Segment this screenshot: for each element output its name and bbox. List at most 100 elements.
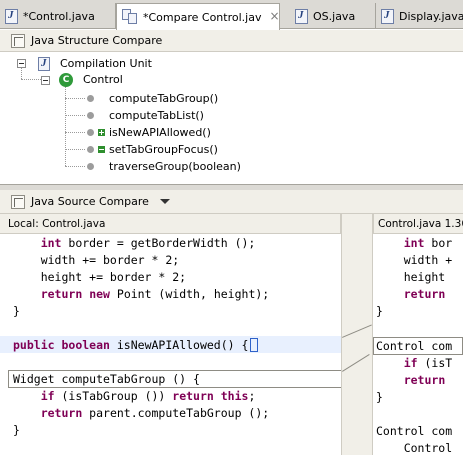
code-text: return new Point (width, height);	[40, 287, 270, 301]
tree-item-label: setTabGroupFocus()	[109, 143, 218, 156]
keyword: public	[13, 338, 55, 352]
code-text: height += border * 2;	[13, 270, 187, 284]
code-text: Control	[376, 441, 453, 455]
code-line: return	[376, 372, 446, 389]
code-text: int bor	[403, 236, 453, 250]
tree-connector	[65, 98, 85, 99]
tab-label: Display.java	[399, 9, 463, 23]
class-icon: C	[59, 72, 73, 87]
code-line: height += border * 2;	[13, 269, 186, 286]
tab-compare-control[interactable]: *Compare Control.jav ×	[116, 3, 280, 30]
tree-item-method[interactable]: computeTabGroup()	[87, 90, 218, 107]
code-line: width += border * 2;	[13, 252, 179, 269]
tab-label: *Compare Control.jav	[143, 10, 262, 24]
no-change-icon	[98, 163, 105, 170]
no-change-icon	[98, 112, 105, 119]
code-line: return parent.computeTabGroup ();	[13, 405, 269, 422]
code-line: Control com	[376, 338, 452, 355]
code-text: return parent.computeTabGroup ();	[40, 406, 270, 420]
tree-item-method[interactable]: traverseGroup(boolean)	[87, 158, 241, 175]
java-file-icon	[381, 8, 394, 24]
source-compare-header: Java Source Compare	[0, 190, 463, 214]
right-source-editor[interactable]: int bor width + height return } Control …	[373, 234, 463, 455]
tree-item-label: traverseGroup(boolean)	[109, 160, 241, 173]
tree-item-label: isNewAPIAllowed()	[109, 126, 211, 139]
diff-connector-line	[342, 324, 372, 338]
tree-connector	[21, 79, 41, 80]
tree-connector	[65, 149, 85, 150]
code-text: int border = getBorderWidth ();	[40, 236, 256, 250]
close-icon[interactable]: ×	[269, 10, 279, 23]
code-text: Widget computeTabGroup () {	[13, 372, 200, 386]
code-line: int bor	[376, 235, 452, 252]
tree-connector	[65, 132, 85, 133]
method-icon	[87, 112, 94, 119]
keyword: new	[89, 287, 110, 301]
tree-item-method[interactable]: computeTabList()	[87, 107, 204, 124]
tree-connector	[65, 166, 85, 167]
code-text: if (isTabGroup ()) return this;	[40, 389, 256, 403]
code-line: Control	[376, 440, 452, 455]
code-line: }	[13, 422, 20, 439]
method-icon	[87, 163, 94, 170]
keyword: if	[403, 356, 418, 370]
code-line: }	[376, 389, 383, 406]
code-line: int border = getBorderWidth ();	[13, 235, 256, 252]
removal-icon	[98, 146, 105, 153]
structure-tree: Compilation Unit C Control computeTabGro…	[0, 52, 463, 185]
structure-compare-header: Java Structure Compare	[0, 30, 463, 52]
keyword: return	[403, 373, 446, 387]
tree-item-class-control[interactable]: C Control	[59, 71, 123, 88]
left-source-editor[interactable]: int border = getBorderWidth (); width +=…	[0, 234, 341, 455]
tree-item-compilation-unit[interactable]: Compilation Unit	[38, 55, 152, 72]
code-line: return	[376, 286, 446, 303]
source-compare-icon	[11, 194, 25, 209]
tree-connector	[65, 115, 85, 116]
tree-item-label: Control	[83, 73, 123, 86]
code-text: width +	[376, 253, 453, 267]
tab-control-java[interactable]: *Control.java	[0, 3, 116, 29]
no-change-icon	[98, 95, 105, 102]
code-line: width +	[376, 252, 452, 269]
tab-label: OS.java	[313, 9, 356, 23]
keyword: int	[403, 236, 425, 250]
code-text: return	[376, 373, 446, 387]
code-text: height	[376, 270, 446, 284]
tree-item-method[interactable]: isNewAPIAllowed()	[87, 124, 211, 141]
tree-item-method[interactable]: setTabGroupFocus()	[87, 141, 218, 158]
collapse-icon[interactable]	[17, 59, 26, 68]
tree-item-label: computeTabGroup()	[109, 92, 219, 105]
addition-icon	[98, 129, 105, 136]
code-text: }	[376, 304, 383, 318]
method-icon	[87, 129, 94, 136]
code-line: }	[376, 303, 383, 320]
keyword: if	[40, 389, 55, 403]
compare-icon	[122, 9, 138, 25]
tab-display-java[interactable]: Display.java	[376, 3, 463, 29]
collapse-icon[interactable]	[41, 76, 50, 85]
diff-connector-line	[342, 354, 370, 372]
code-text: }	[13, 423, 20, 437]
tree-item-label: Compilation Unit	[60, 57, 152, 70]
keyword: this	[220, 389, 249, 403]
editor-tab-bar: *Control.java *Compare Control.jav × OS.…	[0, 0, 463, 30]
code-text: width += border * 2;	[13, 253, 180, 267]
text-caret	[250, 338, 259, 352]
code-line: public boolean isNewAPIAllowed() {	[13, 337, 259, 354]
tree-connector	[21, 67, 22, 79]
tab-os-java[interactable]: OS.java	[290, 3, 376, 29]
chevron-down-icon[interactable]	[159, 199, 170, 204]
code-line: if (isT	[376, 355, 452, 372]
keyword: int	[40, 236, 62, 250]
source-compare-title: Java Source Compare	[31, 195, 149, 208]
tab-label: *Control.java	[23, 9, 95, 23]
keyword: return	[403, 287, 446, 301]
java-file-icon	[5, 8, 18, 24]
code-text: return	[376, 287, 446, 301]
method-icon	[87, 146, 94, 153]
left-pane-label: Local: Control.java	[0, 214, 341, 234]
keyword: boolean	[61, 338, 110, 352]
right-pane-label: Control.java 1.360	[373, 214, 463, 234]
code-line: return new Point (width, height);	[13, 286, 270, 303]
code-text: }	[13, 304, 20, 318]
